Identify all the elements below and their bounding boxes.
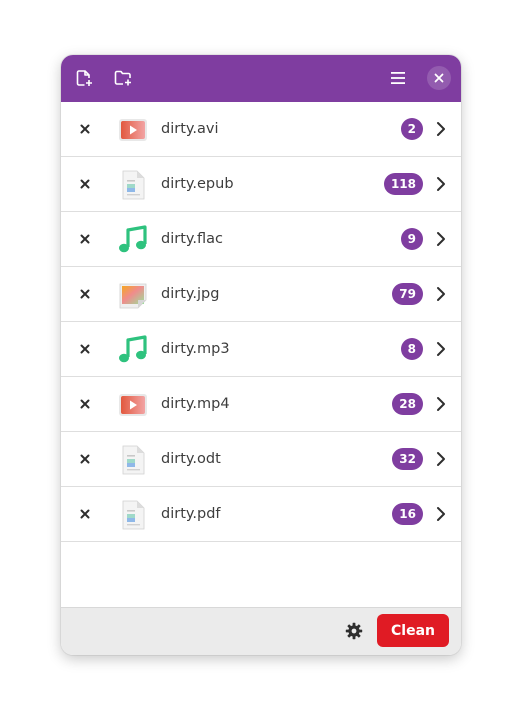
list-item[interactable]: dirty.epub 118 (61, 157, 461, 212)
remove-icon (80, 289, 90, 299)
show-details-button[interactable] (431, 174, 451, 194)
remove-icon (80, 399, 90, 409)
file-name: dirty.pdf (161, 506, 221, 522)
metadata-count-badge: 8 (400, 338, 423, 360)
document-file-icon (122, 445, 145, 475)
chevron-right-icon (437, 507, 445, 521)
show-details-button[interactable] (431, 229, 451, 249)
main-menu-button[interactable] (383, 63, 413, 93)
folder-plus-icon (114, 70, 131, 86)
show-details-button[interactable] (431, 284, 451, 304)
image-file-icon (119, 283, 147, 309)
add-files-button[interactable] (69, 63, 99, 93)
list-item[interactable]: dirty.mp3 8 (61, 322, 461, 377)
file-name: dirty.avi (161, 121, 219, 137)
header-bar (61, 55, 461, 102)
audio-file-icon (119, 335, 147, 363)
list-item[interactable]: dirty.pdf 16 (61, 487, 461, 542)
file-plus-icon (76, 70, 92, 86)
chevron-right-icon (437, 342, 445, 356)
chevron-right-icon (437, 177, 445, 191)
metadata-count-badge: 118 (383, 173, 423, 195)
video-file-icon (119, 119, 147, 141)
footer-bar: Clean (61, 607, 461, 655)
video-file-icon (119, 394, 147, 416)
show-details-button[interactable] (431, 119, 451, 139)
list-item[interactable]: dirty.avi 2 (61, 102, 461, 157)
metadata-count-badge: 16 (392, 503, 423, 525)
metadata-count-badge: 79 (392, 283, 423, 305)
metadata-count-badge: 2 (400, 118, 423, 140)
chevron-right-icon (437, 397, 445, 411)
remove-file-button[interactable] (73, 392, 97, 416)
file-name: dirty.flac (161, 231, 223, 247)
settings-button[interactable] (341, 618, 367, 644)
remove-file-button[interactable] (73, 172, 97, 196)
remove-file-button[interactable] (73, 502, 97, 526)
metadata-count-badge: 28 (392, 393, 423, 415)
chevron-right-icon (437, 287, 445, 301)
metadata-count-badge: 9 (400, 228, 423, 250)
remove-file-button[interactable] (73, 447, 97, 471)
hamburger-menu-icon (391, 72, 405, 84)
clean-button[interactable]: Clean (377, 614, 449, 647)
remove-file-button[interactable] (73, 117, 97, 141)
file-name: dirty.mp4 (161, 396, 230, 412)
document-file-icon (122, 500, 145, 530)
list-item[interactable]: dirty.mp4 28 (61, 377, 461, 432)
remove-icon (80, 124, 90, 134)
file-list: dirty.avi 2 dirty.epub 118 dirty.flac 9 … (61, 102, 461, 542)
chevron-right-icon (437, 452, 445, 466)
remove-icon (80, 234, 90, 244)
audio-file-icon (119, 225, 147, 253)
app-window: dirty.avi 2 dirty.epub 118 dirty.flac 9 … (61, 55, 461, 655)
chevron-right-icon (437, 122, 445, 136)
remove-icon (80, 454, 90, 464)
file-name: dirty.mp3 (161, 341, 230, 357)
gear-icon (345, 622, 363, 640)
file-name: dirty.jpg (161, 286, 220, 302)
remove-icon (80, 179, 90, 189)
show-details-button[interactable] (431, 394, 451, 414)
show-details-button[interactable] (431, 504, 451, 524)
show-details-button[interactable] (431, 339, 451, 359)
list-item[interactable]: dirty.odt 32 (61, 432, 461, 487)
remove-file-button[interactable] (73, 282, 97, 306)
document-file-icon (122, 170, 145, 200)
remove-icon (80, 509, 90, 519)
remove-file-button[interactable] (73, 227, 97, 251)
close-icon (434, 73, 444, 83)
metadata-count-badge: 32 (392, 448, 423, 470)
remove-icon (80, 344, 90, 354)
show-details-button[interactable] (431, 449, 451, 469)
remove-file-button[interactable] (73, 337, 97, 361)
file-name: dirty.epub (161, 176, 234, 192)
close-window-button[interactable] (427, 66, 451, 90)
list-item[interactable]: dirty.jpg 79 (61, 267, 461, 322)
file-name: dirty.odt (161, 451, 221, 467)
chevron-right-icon (437, 232, 445, 246)
list-item[interactable]: dirty.flac 9 (61, 212, 461, 267)
add-folder-button[interactable] (108, 63, 138, 93)
